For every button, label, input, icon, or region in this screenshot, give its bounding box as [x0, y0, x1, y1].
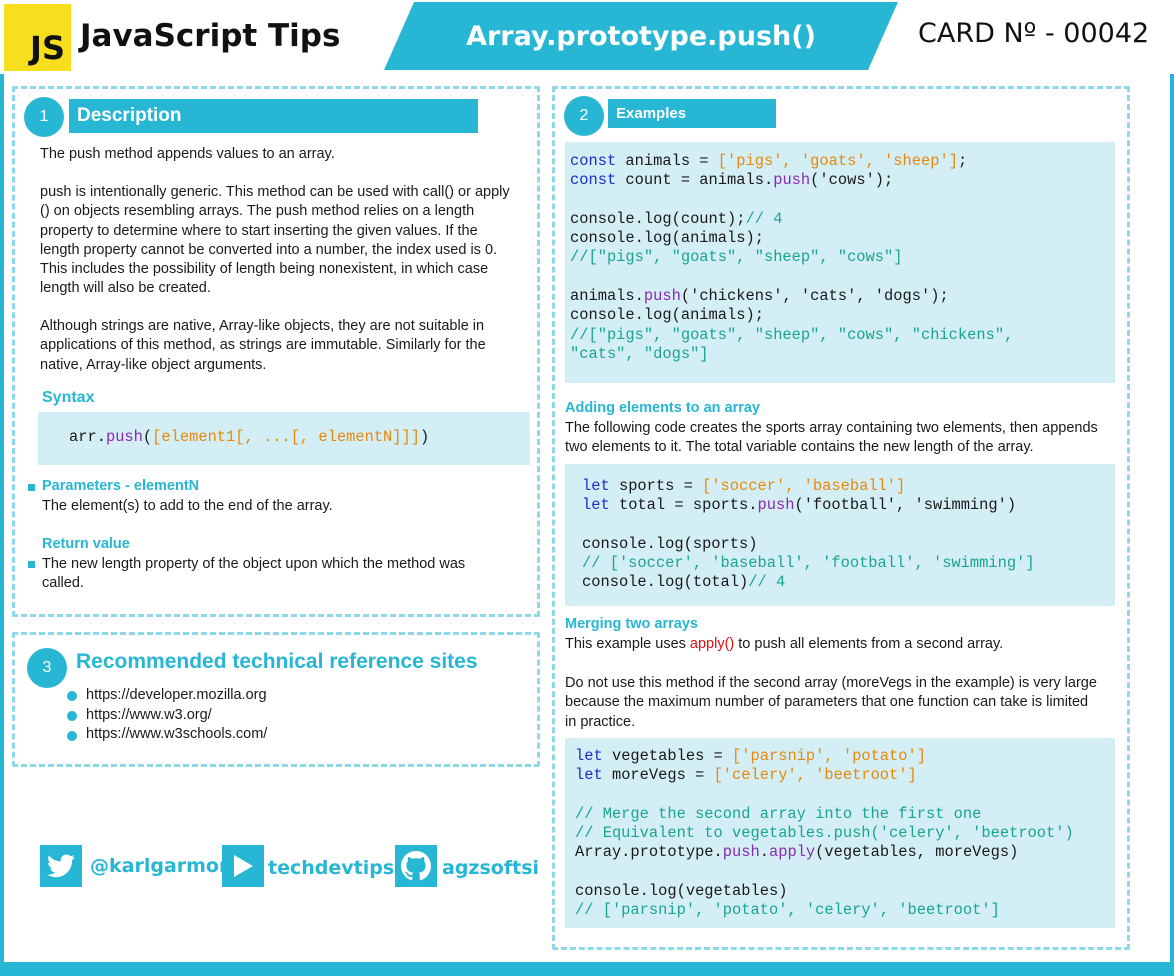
adding-elements-text: The following code creates the sports ar… — [565, 419, 1125, 458]
text-line: The new length property of the object up… — [42, 556, 466, 572]
bullet-marker — [67, 691, 77, 701]
code-line: let total = sports.push('football', 'swi… — [582, 496, 1017, 515]
parameters-heading: Parameters - elementN — [42, 478, 200, 494]
bullet-marker — [67, 711, 77, 721]
text-line: Although strings are native, Array-like … — [40, 318, 485, 334]
text-line: applications of this method, as strings … — [40, 337, 486, 354]
text-line: in practice. — [565, 713, 636, 730]
merging-arrays-heading: Merging two arrays — [565, 616, 698, 632]
text-line: called. — [42, 575, 84, 592]
code-line: const animals = ['pigs', 'goats', 'sheep… — [570, 152, 968, 170]
section-number-1: 1 — [24, 97, 64, 137]
reference-link-w3[interactable]: https://www.w3.org/ — [86, 706, 212, 725]
app-title: JavaScript Tips — [80, 18, 341, 54]
syntax-heading: Syntax — [42, 389, 95, 406]
github-octocat-glyph — [401, 851, 431, 881]
text-segment: This example uses — [565, 636, 690, 652]
topic-title: Array.prototype.push() — [466, 20, 816, 52]
twitter-icon[interactable] — [40, 845, 82, 887]
code-line: console.log(animals); — [570, 229, 764, 248]
description-heading: Description — [69, 99, 478, 133]
code-line: let vegetables = ['parsnip', 'potato'] — [575, 747, 926, 765]
text-line: () on objects resembling arrays. The pus… — [40, 203, 475, 220]
description-intro: The push method appends values to an arr… — [40, 146, 335, 162]
code-line: console.log(sports) — [582, 534, 758, 553]
merging-warning-text: Do not use this method if the second arr… — [565, 674, 1125, 732]
adding-elements-heading: Adding elements to an array — [565, 400, 760, 416]
text-line: property to determine where to start ins… — [40, 222, 478, 239]
example-code-block-2: let sports = ['soccer', 'baseball'] let t… — [565, 464, 1115, 606]
youtube-channel[interactable]: techdevtips — [268, 857, 394, 879]
syntax-code-block: arr.push([element1[, ...[, elementN]]]) — [38, 412, 530, 465]
example-code-block-1: const animals = ['pigs', 'goats', 'sheep… — [565, 142, 1115, 383]
bullet-marker — [28, 484, 35, 491]
code-line: console.log(count);// 4 — [570, 209, 783, 228]
code-line: let moreVegs = ['celery', 'beetroot'] — [575, 766, 917, 785]
text-line: This includes the possibility of length … — [40, 261, 489, 278]
code-line: //["pigs", "goats", "sheep", "cows", "ch… — [570, 325, 1014, 344]
return-value-text: The new length property of the object up… — [42, 555, 465, 594]
merging-arrays-text: This example uses apply() to push all el… — [565, 635, 1003, 654]
description-paragraph-3: Although strings are native, Array-like … — [40, 317, 535, 375]
section-number-2: 2 — [564, 96, 604, 136]
text-line: two elements to it. The total variable c… — [565, 439, 1034, 456]
code-line: // ['parsnip', 'potato', 'celery', 'beet… — [575, 901, 1000, 920]
code-line: // ['soccer', 'baseball', 'football', 's… — [582, 554, 1035, 573]
twitter-bird-glyph — [47, 854, 75, 878]
text-line: The following code creates the sports ar… — [565, 420, 1098, 436]
code-line: console.log(total)// 4 — [582, 573, 786, 592]
youtube-icon[interactable] — [222, 845, 264, 887]
text-segment: to push all elements from a second array… — [734, 636, 1004, 652]
twitter-handle[interactable]: @karlgarmor — [90, 855, 228, 877]
js-logo: JS — [4, 4, 71, 71]
return-value-heading: Return value — [42, 536, 130, 552]
syntax-code: arr.push([element1[, ...[, elementN]]]) — [69, 428, 430, 446]
topic-banner: Array.prototype.push() — [384, 2, 898, 70]
code-line: "cats", "dogs"] — [570, 344, 709, 363]
text-line: native, Array-like object arguments. — [40, 356, 267, 373]
code-line: animals.push('chickens', 'cats', 'dogs')… — [570, 287, 949, 306]
apply-highlight: apply() — [689, 636, 735, 652]
text-line: because the maximum number of parameters… — [565, 694, 1089, 711]
examples-heading: Examples — [608, 99, 776, 128]
text-line: length will also be created. — [40, 280, 211, 297]
references-heading: Recommended technical reference sites — [76, 650, 478, 673]
reference-link-w3schools[interactable]: https://www.w3schools.com/ — [86, 725, 267, 744]
card-number: CARD Nº - 00042 — [918, 18, 1150, 49]
section-number-3: 3 — [27, 648, 67, 688]
text-line: length property cannot be converted into… — [40, 241, 498, 258]
logo-text: JS — [30, 29, 65, 67]
parameters-text: The element(s) to add to the end of the … — [42, 498, 333, 514]
github-icon[interactable] — [395, 845, 437, 887]
bullet-marker — [28, 561, 35, 568]
example-code-block-3: let vegetables = ['parsnip', 'potato'] le… — [565, 738, 1115, 928]
header: JS JavaScript Tips Array.prototype.push(… — [0, 0, 1174, 74]
code-line: Array.prototype.push.apply(vegetables, m… — [575, 843, 1019, 862]
reference-link-mdn[interactable]: https://developer.mozilla.org — [86, 686, 267, 705]
play-glyph — [234, 855, 253, 877]
code-line: const count = animals.push('cows'); — [570, 171, 894, 190]
code-line: //["pigs", "goats", "sheep", "cows"] — [570, 248, 903, 267]
text-line: Do not use this method if the second arr… — [565, 675, 1097, 691]
code-line: console.log(animals); — [570, 306, 764, 325]
code-line: // Equivalent to vegetables.push('celery… — [575, 824, 1074, 843]
code-line: let sports = ['soccer', 'baseball'] — [582, 477, 906, 495]
code-line: // Merge the second array into the first… — [575, 804, 982, 823]
bullet-marker — [67, 731, 77, 741]
github-username[interactable]: agzsoftsi — [442, 857, 539, 879]
text-line: push is intentionally generic. This meth… — [40, 184, 510, 200]
code-line: console.log(vegetables) — [575, 882, 788, 901]
description-paragraph-2: push is intentionally generic. This meth… — [40, 183, 535, 299]
